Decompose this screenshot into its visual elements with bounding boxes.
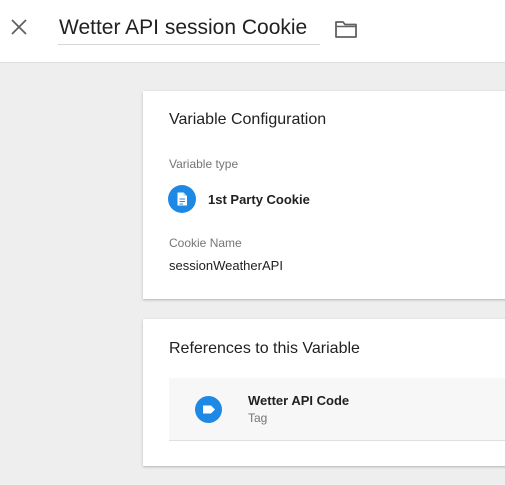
title-field[interactable]: Wetter API session Cookie	[58, 12, 320, 45]
reference-type: Tag	[248, 411, 268, 425]
close-button[interactable]	[6, 14, 32, 40]
variable-type-row[interactable]: 1st Party Cookie	[168, 185, 310, 213]
card-title: References to this Variable	[169, 340, 360, 357]
variable-type-label: Variable type	[169, 157, 239, 171]
reference-item[interactable]: Wetter API Code Tag	[169, 378, 505, 441]
reference-name: Wetter API Code	[248, 393, 350, 408]
variable-configuration-card[interactable]: Variable Configuration Variable type 1st…	[143, 91, 505, 299]
close-icon	[11, 19, 27, 35]
folder-icon	[335, 21, 357, 38]
tag-icon	[195, 396, 222, 423]
variable-type-name: 1st Party Cookie	[208, 191, 310, 207]
card-title: Variable Configuration	[169, 111, 327, 128]
references-card: References to this Variable Wetter API C…	[143, 319, 505, 466]
top-bar: Wetter API session Cookie	[0, 0, 505, 63]
document-icon	[168, 185, 196, 213]
cookie-name-value: sessionWeatherAPI	[169, 258, 283, 273]
title-input-text: Wetter API session Cookie	[59, 16, 308, 39]
folder-button[interactable]	[333, 16, 359, 42]
cookie-name-label: Cookie Name	[169, 236, 242, 250]
